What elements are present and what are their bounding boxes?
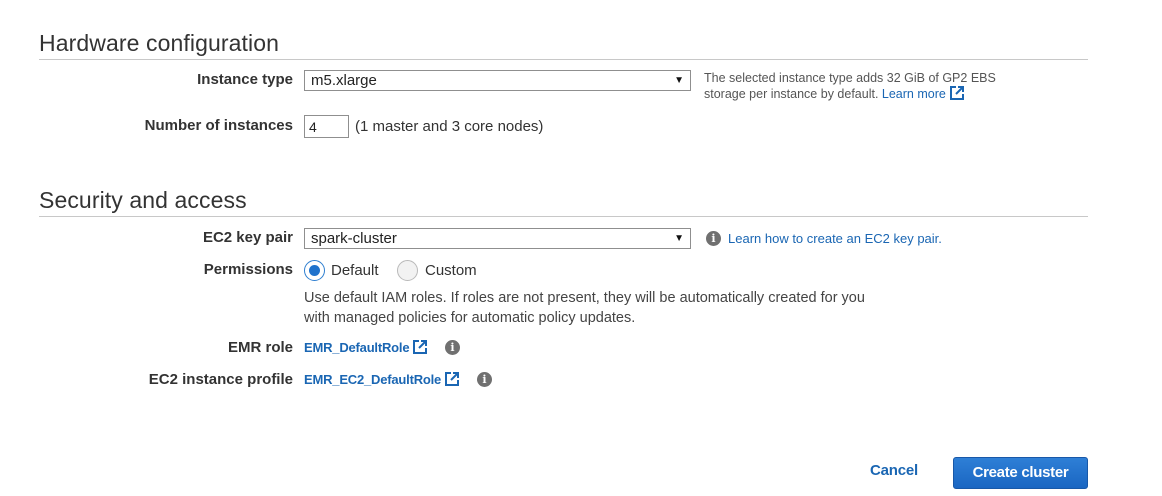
key-pair-value: spark-cluster [311,230,397,247]
key-pair-label: EC2 key pair [202,229,293,246]
instance-type-help: The selected instance type adds 32 GiB o… [704,70,1034,102]
num-instances-note: (1 master and 3 core nodes) [355,118,544,135]
permission-default-label[interactable]: Default [331,262,379,279]
emr-role-label: EMR role [227,339,293,356]
info-icon[interactable]: i [445,340,460,355]
info-icon[interactable]: i [706,231,721,246]
instance-profile-link[interactable]: EMR_EC2_DefaultRole [304,372,460,387]
instance-type-select[interactable]: m5.xlarge ▼ [304,70,691,91]
hardware-section-divider [39,59,1088,60]
info-icon[interactable]: i [477,372,492,387]
permissions-label: Permissions [203,261,293,278]
cancel-button[interactable]: Cancel [870,462,918,479]
emr-role-link[interactable]: EMR_DefaultRole [304,340,428,355]
num-instances-label: Number of instances [144,117,293,134]
external-link-icon [445,372,460,386]
permission-default-radio[interactable] [304,260,325,281]
learn-more-link[interactable]: Learn more [882,86,964,101]
create-cluster-button[interactable]: Create cluster [953,457,1088,489]
instance-profile-label: EC2 instance profile [148,371,293,388]
permissions-description: Use default IAM roles. If roles are not … [304,290,865,326]
chevron-down-icon: ▼ [674,233,684,244]
hardware-section-title: Hardware configuration [39,30,279,56]
instance-type-label: Instance type [197,71,293,88]
key-pair-select[interactable]: spark-cluster ▼ [304,228,691,249]
permission-custom-radio[interactable] [397,260,418,281]
security-section-title: Security and access [39,187,247,213]
key-pair-help-link[interactable]: Learn how to create an EC2 key pair. [728,231,942,247]
permission-custom-label[interactable]: Custom [425,262,477,279]
external-link-icon [949,86,964,100]
external-link-icon [413,340,428,354]
chevron-down-icon: ▼ [674,75,684,86]
security-section-divider [39,216,1088,217]
instance-type-value: m5.xlarge [311,72,377,89]
num-instances-input[interactable] [304,115,349,138]
